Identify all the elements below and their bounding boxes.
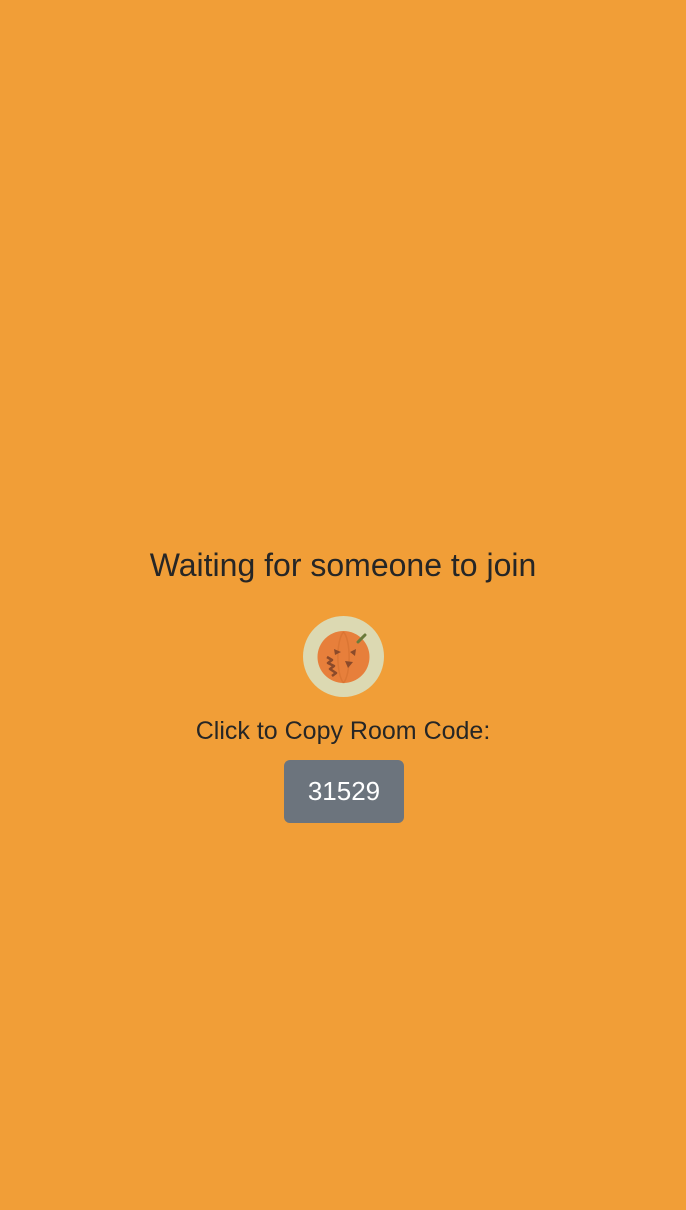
waiting-panel: Waiting for someone to join Click to Cop… [0,0,686,1210]
avatar [303,616,384,697]
waiting-title: Waiting for someone to join [149,547,537,583]
copy-room-code-label: Click to Copy Room Code: [195,717,491,745]
jack-o-lantern-icon [317,631,370,684]
room-code-button[interactable]: 31529 [284,760,404,823]
